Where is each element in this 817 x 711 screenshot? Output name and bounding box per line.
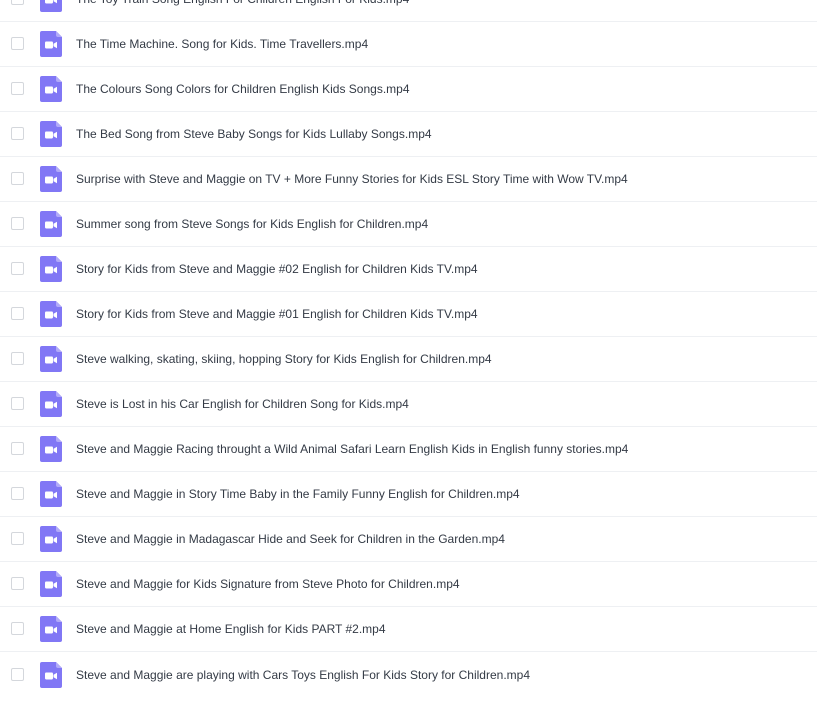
video-file-icon [40, 481, 62, 507]
file-row[interactable]: Surprise with Steve and Maggie on TV + M… [0, 157, 817, 202]
file-name: Steve and Maggie Racing throught a Wild … [76, 442, 629, 456]
row-checkbox[interactable] [11, 667, 24, 681]
video-file-icon [40, 346, 62, 372]
video-file-icon [40, 121, 62, 147]
video-file-icon [40, 661, 62, 688]
video-file-icon [40, 301, 62, 327]
file-name: Story for Kids from Steve and Maggie #02… [76, 262, 478, 276]
video-file-icon [40, 0, 62, 12]
file-name: The Time Machine. Song for Kids. Time Tr… [76, 37, 369, 51]
file-list: The Toy Train Song English For Children … [0, 0, 817, 688]
row-checkbox[interactable] [11, 37, 24, 50]
file-row[interactable]: Steve is Lost in his Car English for Chi… [0, 382, 817, 427]
file-name: Steve is Lost in his Car English for Chi… [76, 397, 409, 411]
row-checkbox[interactable] [11, 172, 24, 185]
row-checkbox[interactable] [11, 352, 24, 365]
video-file-icon [40, 571, 62, 597]
file-name: Story for Kids from Steve and Maggie #01… [76, 307, 478, 321]
row-checkbox[interactable] [11, 127, 24, 140]
video-file-icon [40, 256, 62, 282]
file-row[interactable]: Steve and Maggie in Story Time Baby in t… [0, 472, 817, 517]
row-checkbox[interactable] [11, 397, 24, 410]
row-checkbox[interactable] [11, 82, 24, 95]
file-name: Steve walking, skating, skiing, hopping … [76, 352, 492, 366]
row-checkbox[interactable] [11, 487, 24, 500]
file-row[interactable]: The Time Machine. Song for Kids. Time Tr… [0, 22, 817, 67]
file-row[interactable]: The Colours Song Colors for Children Eng… [0, 67, 817, 112]
file-row[interactable]: Steve walking, skating, skiing, hopping … [0, 337, 817, 382]
row-checkbox[interactable] [11, 307, 24, 320]
row-checkbox[interactable] [11, 622, 24, 635]
file-row[interactable]: Steve and Maggie for Kids Signature from… [0, 562, 817, 607]
video-file-icon [40, 616, 62, 642]
file-name: Steve and Maggie at Home English for Kid… [76, 622, 386, 636]
file-name: The Bed Song from Steve Baby Songs for K… [76, 127, 432, 141]
video-file-icon [40, 211, 62, 237]
row-checkbox[interactable] [11, 532, 24, 545]
video-file-icon [40, 166, 62, 192]
file-name: Steve and Maggie in Story Time Baby in t… [76, 487, 520, 501]
row-checkbox[interactable] [11, 262, 24, 275]
file-name: Steve and Maggie in Madagascar Hide and … [76, 532, 505, 546]
file-row[interactable]: The Toy Train Song English For Children … [0, 0, 817, 22]
file-row[interactable]: Steve and Maggie in Madagascar Hide and … [0, 517, 817, 562]
file-name: The Colours Song Colors for Children Eng… [76, 82, 410, 96]
file-row[interactable]: Summer song from Steve Songs for Kids En… [0, 202, 817, 247]
row-checkbox[interactable] [11, 577, 24, 590]
row-checkbox[interactable] [11, 442, 24, 455]
file-row[interactable]: Steve and Maggie at Home English for Kid… [0, 607, 817, 652]
file-name: The Toy Train Song English For Children … [76, 0, 409, 6]
file-name: Summer song from Steve Songs for Kids En… [76, 217, 429, 231]
file-name: Surprise with Steve and Maggie on TV + M… [76, 172, 628, 186]
video-file-icon [40, 76, 62, 102]
row-checkbox[interactable] [11, 0, 24, 5]
video-file-icon [40, 391, 62, 417]
file-row[interactable]: Steve and Maggie are playing with Cars T… [0, 652, 817, 697]
file-row[interactable]: Story for Kids from Steve and Maggie #02… [0, 247, 817, 292]
video-file-icon [40, 526, 62, 552]
file-name: Steve and Maggie for Kids Signature from… [76, 577, 460, 591]
row-checkbox[interactable] [11, 217, 24, 230]
file-name: Steve and Maggie are playing with Cars T… [76, 667, 530, 682]
video-file-icon [40, 31, 62, 57]
video-file-icon [40, 436, 62, 462]
file-row[interactable]: The Bed Song from Steve Baby Songs for K… [0, 112, 817, 157]
file-row[interactable]: Steve and Maggie Racing throught a Wild … [0, 427, 817, 472]
file-row[interactable]: Story for Kids from Steve and Maggie #01… [0, 292, 817, 337]
